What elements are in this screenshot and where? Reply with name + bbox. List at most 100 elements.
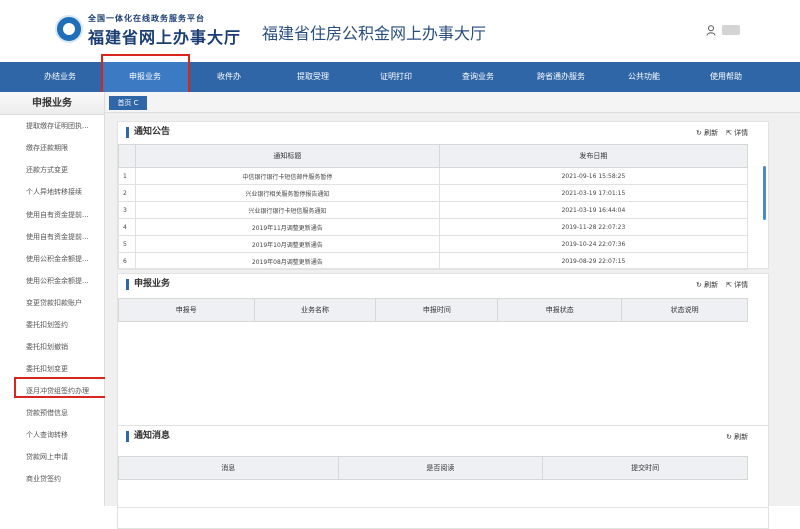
notice-title: 通知公告 [126, 127, 170, 138]
notice-refresh-label: 刷新 [704, 129, 719, 137]
messages-col-time: 提交时间 [542, 456, 748, 480]
notice-row-date: 2021-03-19 16:44:04 [438, 201, 749, 219]
nav-item-print[interactable]: 证明打印 [356, 62, 436, 92]
declare-refresh-button[interactable]: ↻ 刷新 [696, 280, 718, 290]
table-row[interactable]: 1 中信银行银行卡短信邮件服务暂停 2021-09-16 15:58:25 [118, 167, 749, 185]
nav-item-public[interactable]: 公共功能 [604, 62, 684, 92]
nav-item-cross-province[interactable]: 跨省通办服务 [516, 62, 606, 92]
declare-title: 申报业务 [126, 279, 170, 290]
messages-refresh-button[interactable]: ↻ 刷新 [726, 432, 748, 442]
tab-bar: 首页 C [105, 92, 800, 113]
tab-home[interactable]: 首页 C [109, 96, 147, 110]
refresh-icon: ↻ [696, 129, 702, 137]
notice-row-date: 2019-11-28 22:07:23 [438, 218, 749, 236]
logo-emblem-icon [55, 15, 83, 43]
declare-col-time: 申报时间 [375, 298, 499, 322]
declare-col-number: 申报号 [118, 298, 255, 322]
notice-scrollbar[interactable] [763, 166, 766, 220]
nav-item-receive[interactable]: 收件办 [190, 62, 268, 92]
external-link-icon: ⇱ [726, 129, 732, 137]
row-number: 3 [118, 201, 136, 219]
logo-title-text: 福建省网上办事大厅 [88, 28, 242, 47]
external-link-icon: ⇱ [726, 281, 732, 289]
sidebar-item[interactable]: 贷款预借信息 [26, 408, 68, 418]
row-number: 1 [118, 167, 136, 185]
nav-item-withdraw[interactable]: 提取受理 [272, 62, 354, 92]
notice-row-date: 2021-03-19 17:01:15 [438, 184, 749, 202]
notice-row-title[interactable]: 2019年08月调整更新通告 [134, 252, 440, 270]
notice-refresh-button[interactable]: ↻ 刷新 [696, 128, 718, 138]
table-row[interactable]: 6 2019年08月调整更新通告 2019-08-29 22:07:15 [118, 252, 749, 270]
notice-panel-header: 通知公告 ↻ 刷新 ⇱ 详情 [118, 122, 768, 144]
notice-row-title[interactable]: 兴业银行银行卡短信服务通知 [134, 201, 440, 219]
main-content: 通知公告 ↻ 刷新 ⇱ 详情 通知标题 发布日期 1 中信银行银行卡短信邮件服务暂… [105, 113, 800, 529]
sidebar-item[interactable]: 个人查询转移 [26, 430, 68, 440]
sidebar-item[interactable]: 提取缴存证明团执... [26, 121, 89, 131]
declare-table: 申报号 业务名称 申报时间 申报状态 状态说明 [118, 298, 748, 322]
sidebar-item[interactable]: 使用公积金余额提... [26, 276, 89, 286]
nav-item-completed[interactable]: 办结业务 [20, 62, 100, 92]
declare-col-status: 申报状态 [497, 298, 623, 322]
table-row[interactable]: 2 兴业银行相关服务暂停报告通知 2021-03-19 17:01:15 [118, 184, 749, 202]
sidebar-item[interactable]: 还款方式变更 [26, 165, 68, 175]
notice-col-title: 通知标题 [134, 144, 440, 168]
nav-item-help[interactable]: 使用帮助 [686, 62, 766, 92]
messages-col-message: 消息 [118, 456, 339, 480]
sidebar: 申报业务 提取缴存证明团执... 缴存还款期限 还款方式变更 个人异地转移接续 … [0, 92, 105, 506]
site-title: 福建省住房公积金网上办事大厅 [262, 24, 487, 43]
notice-panel: 通知公告 ↻ 刷新 ⇱ 详情 通知标题 发布日期 1 中信银行银行卡短信邮件服务暂… [117, 121, 769, 270]
sidebar-item[interactable]: 缴存还款期限 [26, 143, 68, 153]
declare-col-desc: 状态说明 [621, 298, 748, 322]
notice-col-no [118, 144, 136, 168]
main-nav: 办结业务 申报业务 收件办 提取受理 证明打印 查询业务 跨省通办服务 公共功能… [0, 62, 800, 92]
declare-refresh-label: 刷新 [704, 281, 719, 289]
messages-table: 消息 是否阅读 提交时间 [118, 456, 748, 480]
declare-panel-header: 申报业务 ↻ 刷新 ⇱ 详情 [118, 274, 768, 296]
messages-title: 通知消息 [126, 431, 170, 442]
sidebar-item[interactable]: 商业贷签约 [26, 474, 61, 484]
sidebar-item[interactable]: 变更贷款扣款账户 [26, 298, 82, 308]
declare-col-business: 业务名称 [253, 298, 377, 322]
sidebar-item[interactable]: 委托扣划签约 [26, 320, 68, 330]
sidebar-item[interactable]: 使用自有资金提前... [26, 232, 89, 242]
row-number: 2 [118, 184, 136, 202]
notice-row-title[interactable]: 中信银行银行卡短信邮件服务暂停 [134, 167, 440, 185]
notice-detail-button[interactable]: ⇱ 详情 [726, 128, 748, 138]
sidebar-item[interactable]: 使用公积金余额提... [26, 254, 89, 264]
site-header: 全国一体化在线政务服务平台 福建省网上办事大厅 福建省住房公积金网上办事大厅 [0, 0, 800, 62]
row-number: 4 [118, 218, 136, 236]
notice-row-date: 2019-10-24 22:07:36 [438, 235, 749, 253]
messages-col-read: 是否阅读 [337, 456, 544, 480]
row-number: 6 [118, 252, 136, 270]
nav-item-query[interactable]: 查询业务 [438, 62, 518, 92]
table-row[interactable]: 3 兴业银行银行卡短信服务通知 2021-03-19 16:44:04 [118, 201, 749, 219]
notice-table: 通知标题 发布日期 1 中信银行银行卡短信邮件服务暂停 2021-09-16 15:… [118, 144, 749, 270]
notice-row-title[interactable]: 2019年11月调整更新通告 [134, 218, 440, 236]
declare-detail-label: 详情 [734, 281, 749, 289]
sidebar-item[interactable]: 委托扣划撤销 [26, 342, 68, 352]
messages-panel: 通知消息 ↻ 刷新 消息 是否阅读 提交时间 [117, 425, 769, 508]
notice-row-date: 2021-09-16 15:58:25 [438, 167, 749, 185]
sidebar-item[interactable]: 委托扣划变更 [26, 364, 68, 374]
notice-row-title[interactable]: 兴业银行相关服务暂停报告通知 [134, 184, 440, 202]
messages-panel-header: 通知消息 ↻ 刷新 [118, 426, 768, 448]
declare-detail-button[interactable]: ⇱ 详情 [726, 280, 748, 290]
notice-row-date: 2019-08-29 22:07:15 [438, 252, 749, 270]
notice-row-title[interactable]: 2019年10月调整更新通告 [134, 235, 440, 253]
sidebar-item[interactable]: 个人异地转移接续 [26, 187, 82, 197]
messages-refresh-label: 刷新 [734, 433, 749, 441]
table-row[interactable]: 4 2019年11月调整更新通告 2019-11-28 22:07:23 [118, 218, 749, 236]
notice-detail-label: 详情 [734, 129, 749, 137]
user-icon[interactable] [706, 25, 716, 36]
table-row[interactable]: 5 2019年10月调整更新通告 2019-10-24 22:07:36 [118, 235, 749, 253]
refresh-icon: ↻ [696, 281, 702, 289]
sidebar-title: 申报业务 [0, 92, 104, 115]
refresh-icon: ↻ [726, 433, 732, 441]
row-number: 5 [118, 235, 136, 253]
sidebar-item-highlighted[interactable]: 逐月冲贷组签约办理 [26, 386, 89, 396]
nav-item-declare[interactable]: 申报业务 [102, 62, 188, 92]
user-name-masked[interactable] [722, 25, 740, 35]
logo-platform-text: 全国一体化在线政务服务平台 [88, 14, 205, 23]
sidebar-item[interactable]: 使用自有资金提前... [26, 210, 89, 220]
sidebar-item[interactable]: 贷款网上申请 [26, 452, 68, 462]
